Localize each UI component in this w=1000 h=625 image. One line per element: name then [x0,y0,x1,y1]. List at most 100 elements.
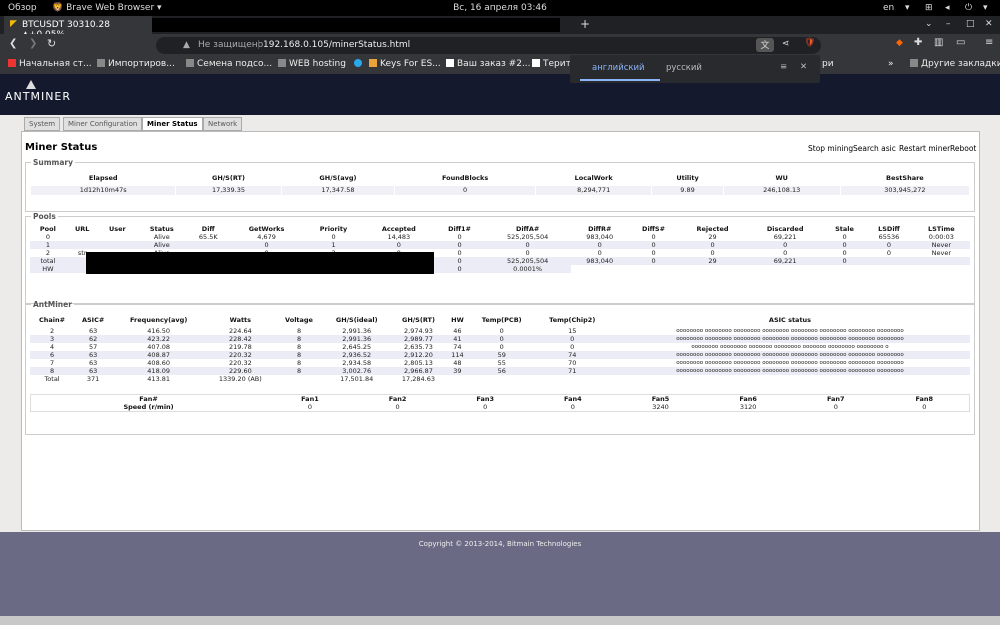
chain-cell [276,375,323,383]
chain-cell: 55 [497,359,506,367]
wallet-icon[interactable]: ▭ [956,37,965,48]
pool-cell: 0 [842,233,847,241]
chain-cell: 8 [30,367,75,375]
chain-cell: 0 [534,335,610,343]
translate-menu-icon[interactable]: ≡ [780,62,787,72]
more-bookmarks-icon[interactable]: » [888,59,894,69]
network-icon[interactable]: ⊞ [925,3,933,13]
chains-header-row: Chain# ASIC# Frequency(avg) Watts Voltage GH/… [30,313,970,327]
volume-icon[interactable]: ◂ [945,3,950,13]
bookmark-item[interactable]: Keys For ES... [369,59,441,69]
asic-status: oooooooo oooooooo oooooooo oooooooo oooo… [609,351,970,359]
pools-section: Pools Pool URL User Status Diff GetWorks Prior… [25,212,975,304]
bookmark-item[interactable]: Ваш заказ #2... [446,59,531,69]
fan-header: Fan2 [388,395,407,403]
pool-cell: 69,221 [746,257,824,265]
chain-cell: 74 [453,343,462,351]
asic-status: oooooooo oooooooo oooooooo oooooooo oooo… [676,360,904,366]
chain-cell: 220.32 [205,351,276,359]
menu-icon[interactable]: ≡ [985,37,993,48]
share-icon[interactable]: ⋖ [782,39,790,49]
reload-icon[interactable]: ↻ [47,37,56,50]
translate-to-language[interactable]: русский [666,63,702,73]
browser-toolbar: ❮ ❯ ↻ ⊓ ▲ Не защищено | 192.168.0.105/mi… [0,34,1000,56]
translate-close-icon[interactable]: ✕ [800,62,807,72]
fan-speed: Speed (r/min) [123,403,174,411]
dropdown-icon[interactable]: ▾ [905,3,910,13]
summary-value: 17,347.58 [280,184,396,196]
other-bookmarks[interactable]: Другие закладки [910,59,1000,69]
chain-cell: 2,991.36 [342,327,372,335]
pools-header: User [108,225,126,233]
translate-icon[interactable]: 文 [756,38,774,52]
bookmark-item[interactable]: Семена подсо... [186,59,272,69]
pool-cell: 0 [651,233,656,241]
chain-cell: 6 [30,351,75,359]
system-menu-icon[interactable]: ▾ [983,3,988,13]
miner-page: ANTMINER System Miner Configuration Mine… [0,74,1000,625]
pools-header: Rejected [696,225,729,233]
bookmark-item[interactable] [354,59,365,69]
forward-icon[interactable]: ❯ [29,38,37,49]
tab-btcusdt[interactable]: BTCUSDT 30310.28 ▲+0.05% ◤ [4,16,152,40]
bookmark-item[interactable]: ри [822,59,834,69]
summary-value: 9.89 [651,184,724,196]
summary-header: GH/S(RT) [212,173,245,182]
tab-system[interactable]: System [24,117,61,131]
chain-cell: 3,002.76 [322,367,391,375]
chain-row: 8 63 418.09 229.60 8 3,002.76 2,966.87 39 56 71 oo… [30,367,970,375]
tab-network[interactable]: Network [203,117,243,131]
chain-cell: 418.09 [112,367,206,375]
url-separator: | [257,40,261,50]
pool-cell: 0 [783,249,788,257]
minimize-icon[interactable]: – [946,19,951,29]
summary-value: 8,294,771 [534,184,653,196]
power-icon[interactable]: ⏻ [965,3,972,13]
reboot-button[interactable]: Reboot [950,144,976,153]
tab-miner-configuration[interactable]: Miner Configuration [63,117,143,131]
summary-value: 0 [394,184,536,196]
back-icon[interactable]: ❮ [9,38,17,49]
close-window-icon[interactable]: ✕ [985,19,993,29]
bookmark-item[interactable]: Начальная ст... [8,59,92,69]
redacted-tab[interactable] [152,18,560,32]
chain-cell: 2,936.52 [322,351,391,359]
extensions-puzzle-icon[interactable]: ✚ [914,37,922,48]
chain-cell: 8 [296,327,302,335]
tab-search-icon[interactable]: ⌄ [925,19,933,29]
maximize-icon[interactable]: □ [966,19,975,29]
address-bar[interactable]: ▲ Не защищено | 192.168.0.105/minerStatu… [156,37,821,54]
chain-cell: 1339.20 (AB) [218,375,262,383]
bookmark-item[interactable]: Импортиров... [97,59,175,69]
pool-cell: total [30,257,66,265]
extension-icon[interactable]: ◆ [896,38,903,48]
search-asic-button[interactable]: Search asic [853,144,896,153]
chain-cell: 228.42 [205,335,276,343]
security-warning: Не защищено [198,40,264,50]
sidebar-icon[interactable]: ▥ [934,37,943,48]
translate-from-language[interactable]: английский [592,63,645,73]
clock[interactable]: Вс, 16 апреля 03:46 [0,3,1000,13]
bookmark-item[interactable]: Терит [532,59,571,69]
horizontal-scrollbar[interactable] [0,616,1000,625]
fans-header-row: Fan# Fan1 Fan2 Fan3 Fan4 Fan5 Fan6 Fan7 Fan8 [31,395,970,403]
pool-cell [912,257,970,265]
pool-cell: 0 [457,233,462,241]
fan-speed: 0 [570,403,575,411]
restart-miner-button[interactable]: Restart miner [899,144,950,153]
pool-cell: 0 [865,241,913,249]
stop-mining-button[interactable]: Stop mining [808,144,853,153]
tab-miner-status[interactable]: Miner Status [142,117,203,131]
summary-value: 17,339.35 [175,184,282,196]
summary-section: Summary Elapsed GH/S(RT) GH/S(avg) FoundBlo… [25,158,975,212]
pool-cell: 29 [708,233,717,241]
brave-shields-icon[interactable]: 🛡 [804,38,815,48]
summary-value: 303,945,272 [839,184,971,196]
bookmark-item[interactable]: WEB hosting [278,59,346,69]
redacted-credentials [86,252,434,274]
page-icon [532,59,540,67]
pools-header: GetWorks [248,225,285,233]
keyboard-layout[interactable]: en [883,3,894,13]
chain-cell: 63 [88,327,98,335]
new-tab-button[interactable]: + [580,17,590,31]
